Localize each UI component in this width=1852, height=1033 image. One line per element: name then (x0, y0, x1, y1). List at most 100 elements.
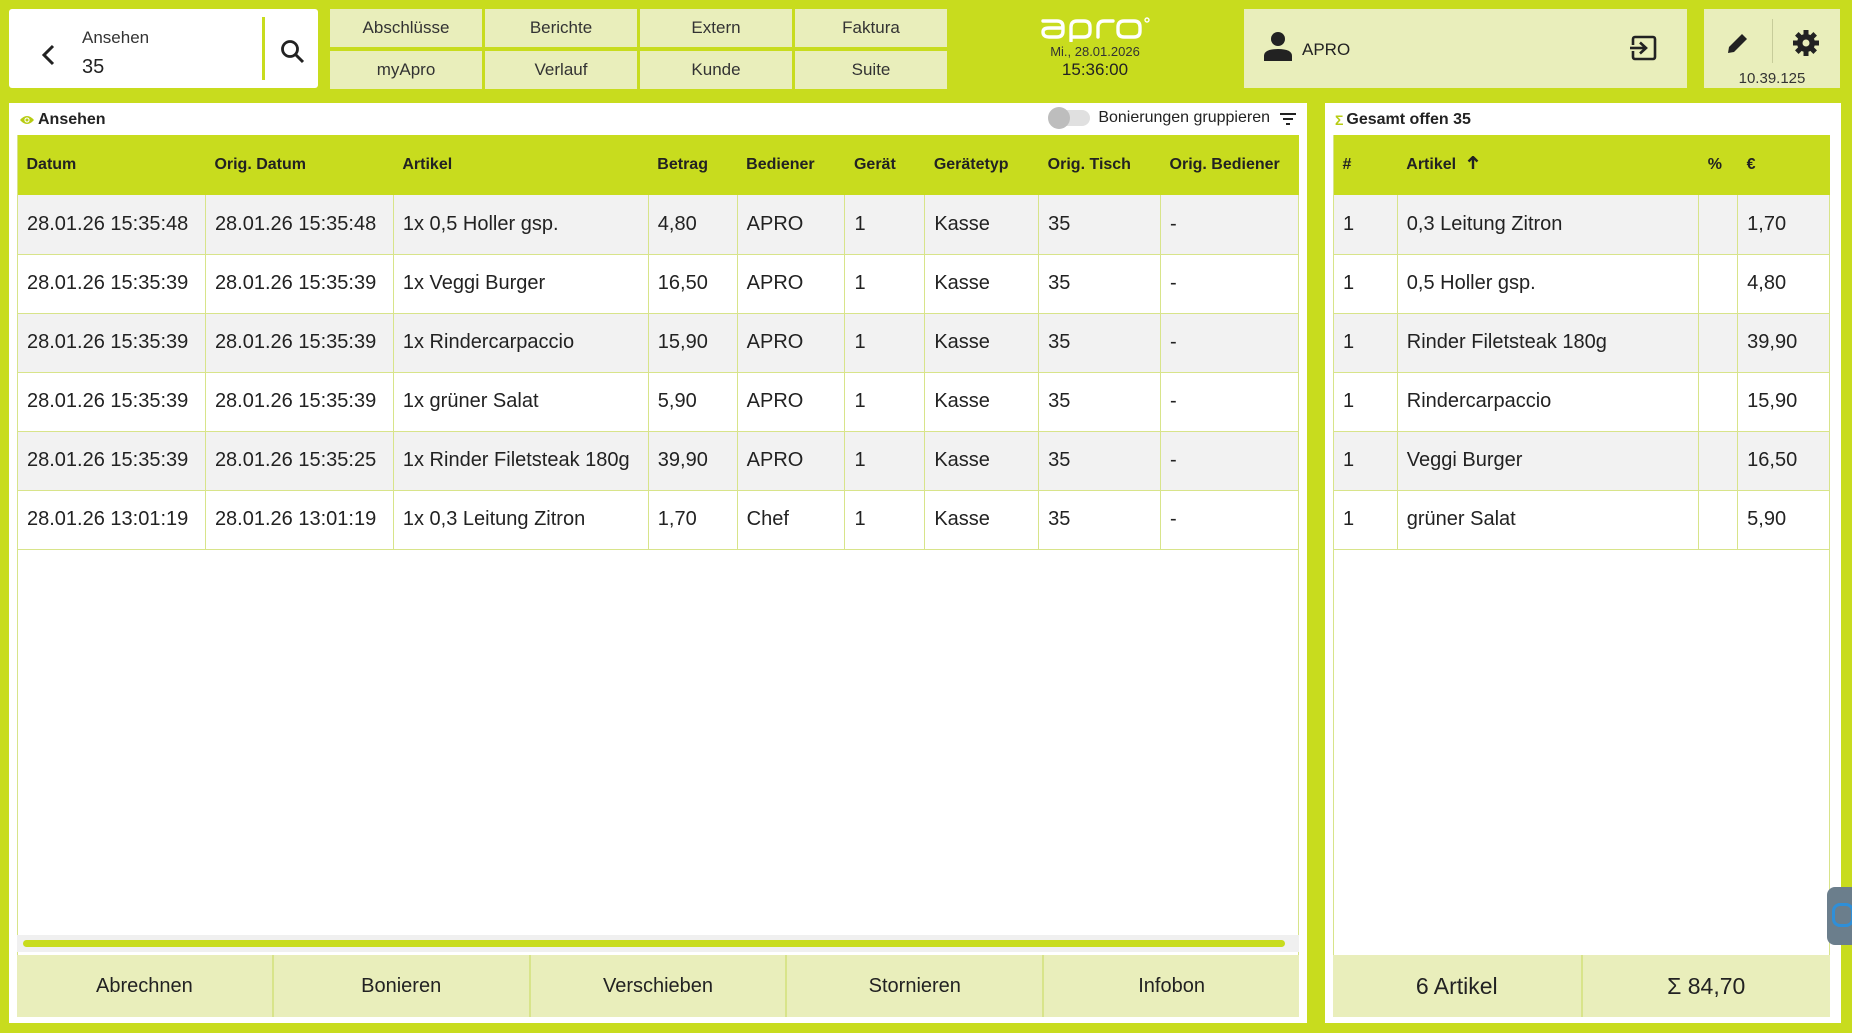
cell-orig-datum: 28.01.26 15:35:25 (205, 431, 394, 491)
col-header-artikel[interactable]: Artikel (393, 135, 649, 195)
cell-percent (1698, 372, 1739, 432)
cell-datum: 28.01.26 15:35:48 (17, 195, 206, 255)
filter-icon (1280, 113, 1296, 125)
cell-bediener: APRO (737, 431, 846, 491)
horizontal-scrollbar-thumb[interactable] (23, 940, 1285, 947)
search-box: Ansehen (9, 9, 318, 88)
nav-myapro-button[interactable]: myApro (330, 51, 482, 89)
col-header-orig-tisch[interactable]: Orig. Tisch (1038, 135, 1161, 195)
table-row[interactable]: 1 Rinder Filetsteak 180g 39,90 (1333, 313, 1830, 373)
cell-orig-datum: 28.01.26 15:35:39 (205, 254, 394, 314)
cell-price: 1,70 (1737, 195, 1830, 255)
cell-orig-bediener: - (1160, 431, 1299, 491)
nav-kunde-button[interactable]: Kunde (640, 51, 792, 89)
cell-qty: 1 (1333, 431, 1398, 491)
group-toggle-wrap: Bonierungen gruppieren (1048, 107, 1270, 129)
cell-bediener: APRO (737, 254, 846, 314)
cell-betrag: 5,90 (648, 372, 738, 432)
cell-bediener: APRO (737, 313, 846, 373)
cell-price: 39,90 (1737, 313, 1830, 373)
col-header-bediener[interactable]: Bediener (737, 135, 845, 195)
cell-orig-bediener: - (1160, 490, 1299, 550)
bookings-panel-title: Ansehen (19, 111, 106, 129)
open-total-panel-title: Σ Gesamt offen 35 (1335, 111, 1471, 129)
cell-artikel: 1x Rinder Filetsteak 180g (393, 431, 649, 491)
cell-qty: 1 (1333, 254, 1398, 314)
search-button[interactable] (274, 33, 312, 71)
total-sum: Σ 84,70 (1582, 955, 1830, 1017)
cell-datum: 28.01.26 15:35:39 (17, 254, 206, 314)
table-row[interactable]: 1 Rindercarpaccio 15,90 (1333, 372, 1830, 432)
table-row[interactable]: 28.01.26 15:35:39 28.01.26 15:35:39 1x g… (17, 372, 1299, 432)
logout-icon (1629, 35, 1657, 61)
col-header-item-label: Artikel (1406, 156, 1457, 173)
open-total-panel: Σ Gesamt offen 35 # Artikel % € 1 0,3 Le… (1325, 103, 1841, 1023)
col-header-percent[interactable]: % (1698, 135, 1738, 195)
table-row[interactable]: 28.01.26 15:35:48 28.01.26 15:35:48 1x 0… (17, 195, 1299, 255)
cell-artikel: 1x grüner Salat (393, 372, 649, 432)
search-input[interactable] (82, 56, 252, 79)
nav-abschluesse-button[interactable]: Abschlüsse (330, 9, 482, 47)
edit-button[interactable] (1718, 23, 1758, 63)
user-box: APRO (1244, 9, 1687, 88)
col-header-geraet[interactable]: Gerät (844, 135, 925, 195)
cell-price: 15,90 (1737, 372, 1830, 432)
col-header-geraetetyp[interactable]: Gerätetyp (924, 135, 1039, 195)
cell-orig-tisch: 35 (1038, 431, 1162, 491)
cell-item: 0,3 Leitung Zitron (1397, 195, 1700, 255)
cell-orig-tisch: 35 (1038, 372, 1162, 432)
side-drawer-tab[interactable] (1827, 887, 1852, 945)
nav-berichte-button[interactable]: Berichte (485, 9, 637, 47)
table-row[interactable]: 28.01.26 13:01:19 28.01.26 13:01:19 1x 0… (17, 490, 1299, 550)
nav-verlauf-button[interactable]: Verlauf (485, 51, 637, 89)
bookings-table-header-row: Datum Orig. Datum Artikel Betrag Bediene… (17, 135, 1299, 195)
cell-item: 0,5 Holler gsp. (1397, 254, 1700, 314)
col-header-euro[interactable]: € (1737, 135, 1830, 195)
table-row[interactable]: 1 0,5 Holler gsp. 4,80 (1333, 254, 1830, 314)
infobon-button[interactable]: Infobon (1044, 955, 1299, 1017)
chevron-left-icon (41, 44, 55, 66)
nav-grid: Abschlüsse Berichte Extern Faktura myApr… (330, 9, 947, 89)
abrechnen-button[interactable]: Abrechnen (17, 955, 272, 1017)
table-row[interactable]: 28.01.26 15:35:39 28.01.26 15:35:39 1x R… (17, 313, 1299, 373)
col-header-orig-bediener[interactable]: Orig. Bediener (1160, 135, 1299, 195)
table-row[interactable]: 28.01.26 15:35:39 28.01.26 15:35:39 1x V… (17, 254, 1299, 314)
header-time: 15:36:00 (1061, 60, 1129, 79)
search-divider (262, 17, 265, 80)
filter-button[interactable] (1279, 112, 1297, 126)
col-header-qty[interactable]: # (1333, 135, 1398, 195)
nav-suite-button[interactable]: Suite (795, 51, 947, 89)
table-row[interactable]: 1 0,3 Leitung Zitron 1,70 (1333, 195, 1830, 255)
table-row[interactable]: 28.01.26 15:35:39 28.01.26 15:35:25 1x R… (17, 431, 1299, 491)
cell-bediener: APRO (737, 372, 846, 432)
stornieren-button[interactable]: Stornieren (787, 955, 1043, 1017)
nav-faktura-button[interactable]: Faktura (795, 9, 947, 47)
cell-item: Rinder Filetsteak 180g (1397, 313, 1700, 373)
table-row[interactable]: 1 grüner Salat 5,90 (1333, 490, 1830, 550)
nav-extern-button[interactable]: Extern (640, 9, 792, 47)
cell-orig-datum: 28.01.26 15:35:39 (205, 313, 394, 373)
cell-percent (1698, 313, 1739, 373)
cell-price: 5,90 (1737, 490, 1830, 550)
col-header-betrag[interactable]: Betrag (648, 135, 738, 195)
bonieren-button[interactable]: Bonieren (273, 955, 529, 1017)
table-row[interactable]: 1 Veggi Burger 16,50 (1333, 431, 1830, 491)
cell-artikel: 1x 0,5 Holler gsp. (393, 195, 649, 255)
cell-orig-bediener: - (1160, 372, 1299, 432)
settings-button[interactable] (1786, 23, 1826, 63)
col-header-orig-datum[interactable]: Orig. Datum (205, 135, 394, 195)
verschieben-button[interactable]: Verschieben (530, 955, 786, 1017)
group-bookings-toggle[interactable] (1048, 107, 1091, 129)
col-header-datum[interactable]: Datum (17, 135, 206, 195)
cell-artikel: 1x Rindercarpaccio (393, 313, 649, 373)
logout-button[interactable] (1629, 33, 1661, 65)
user-name: APRO (1302, 40, 1351, 59)
cell-bediener: APRO (737, 195, 846, 255)
open-items-table: # Artikel % € 1 0,3 Leitung Zitron 1,70 … (1333, 135, 1830, 550)
back-button[interactable] (29, 35, 69, 75)
cell-geraetetyp: Kasse (924, 490, 1040, 550)
cell-geraetetyp: Kasse (924, 372, 1040, 432)
col-header-item-sorted[interactable]: Artikel (1397, 135, 1699, 195)
cell-geraet: 1 (844, 431, 926, 491)
group-bookings-label: Bonierungen gruppieren (1098, 109, 1270, 126)
